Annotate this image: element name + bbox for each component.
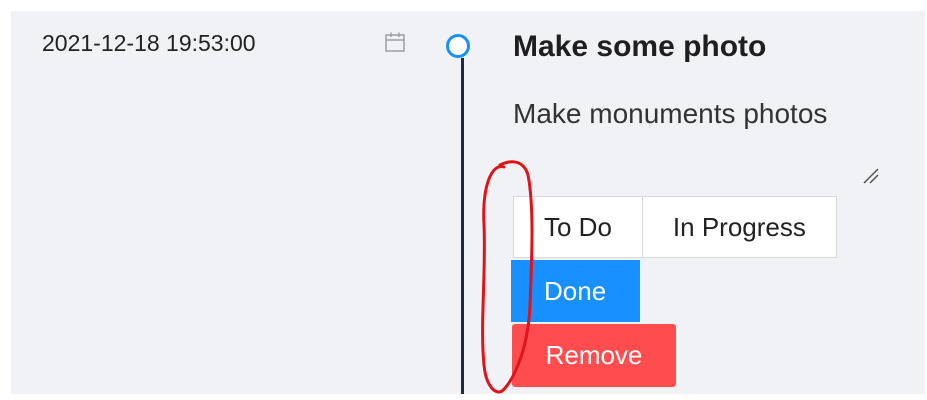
remove-button[interactable]: Remove: [512, 324, 676, 387]
item-timestamp: 2021-12-18 19:53:00: [42, 30, 256, 56]
timeline-dot-icon: [446, 34, 470, 58]
in-progress-button[interactable]: In Progress: [641, 197, 836, 257]
done-button[interactable]: Done: [511, 260, 640, 322]
item-title: Make some photo: [513, 30, 767, 63]
calendar-icon[interactable]: [384, 31, 406, 53]
item-description: Make monuments photos: [513, 98, 828, 129]
resize-handle-icon[interactable]: [862, 167, 880, 185]
timeline-line: [461, 58, 464, 394]
todo-button[interactable]: To Do: [514, 197, 642, 257]
status-button-group: To Do In Progress: [513, 196, 837, 258]
